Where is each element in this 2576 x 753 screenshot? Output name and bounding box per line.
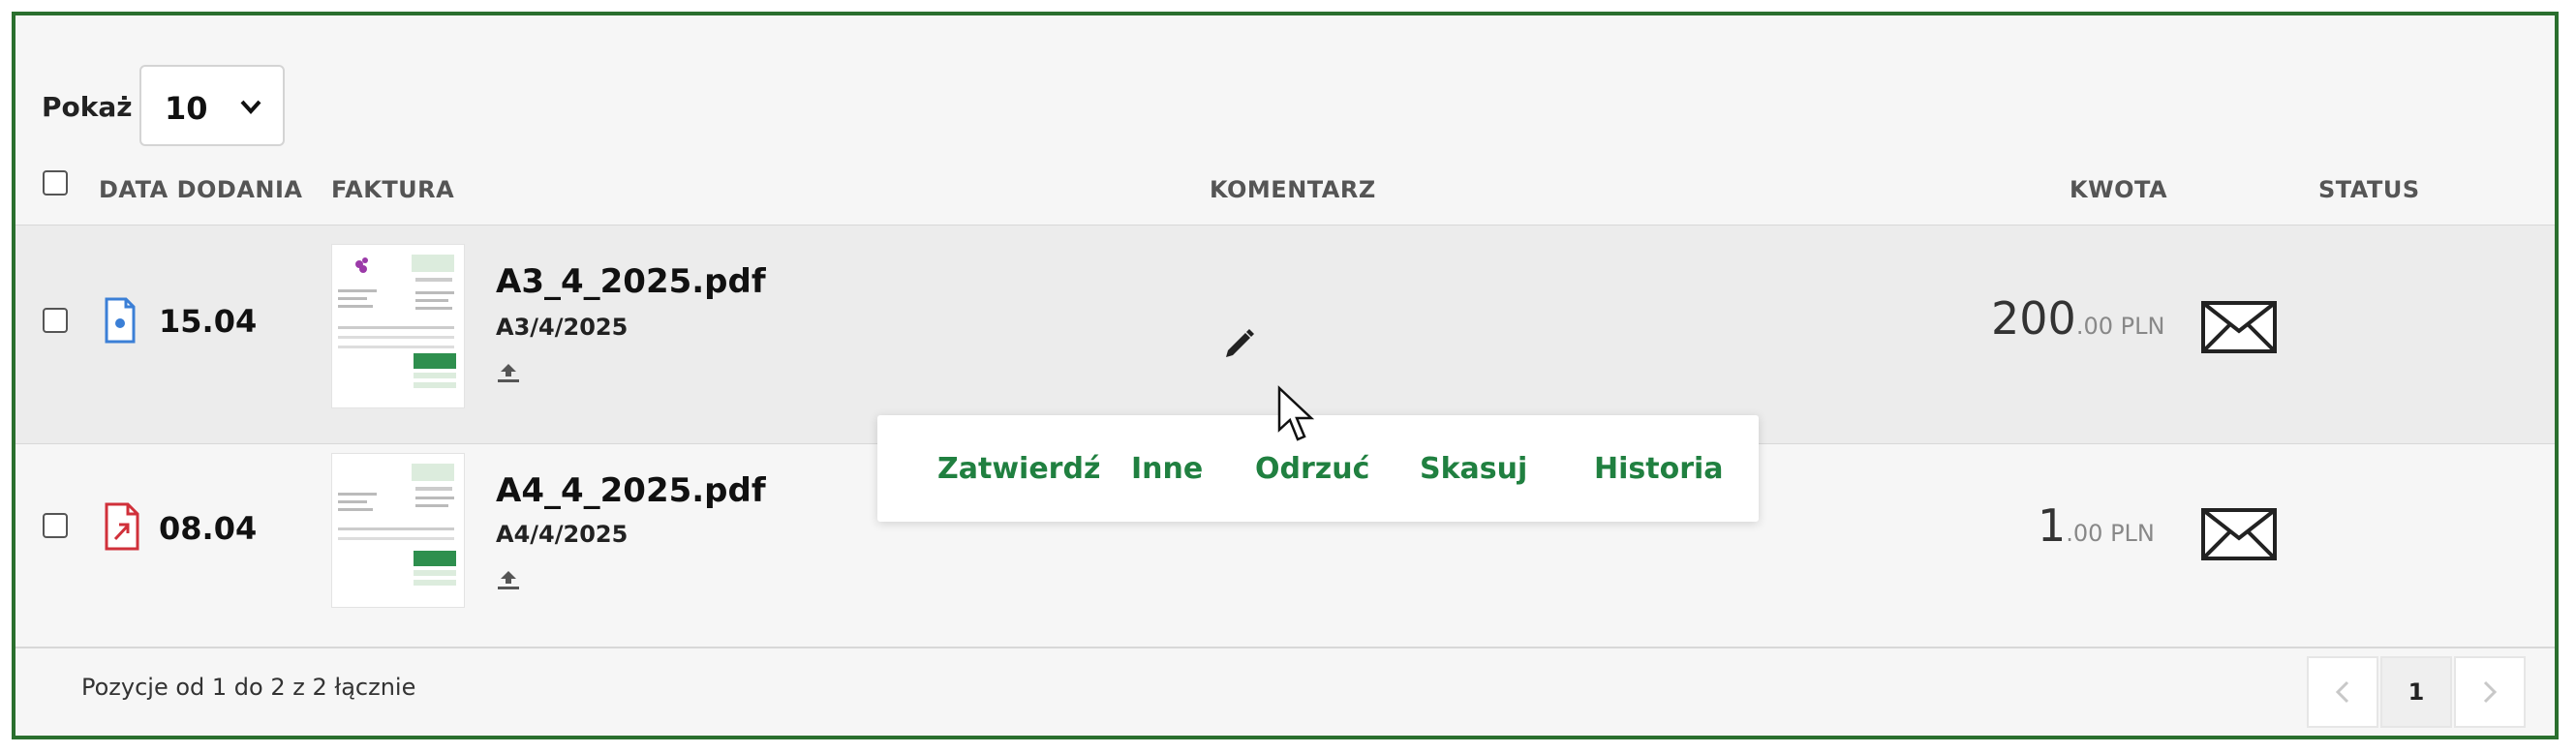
invoice-number: A4/4/2025 [496, 521, 629, 548]
envelope-icon[interactable] [2200, 507, 2278, 561]
header-comment: KOMENTARZ [1210, 176, 1376, 203]
amount-decimal: .00 PLN [2075, 313, 2165, 340]
upload-icon[interactable] [496, 569, 521, 590]
history-action[interactable]: Historia [1594, 452, 1724, 486]
document-icon [105, 297, 136, 344]
table-bottom-divider [15, 647, 2555, 648]
upload-icon[interactable] [496, 362, 521, 383]
invoice-thumbnail[interactable] [331, 453, 465, 608]
invoice-number: A3/4/2025 [496, 314, 629, 341]
current-page-button[interactable]: 1 [2380, 656, 2452, 728]
show-label: Pokaż [42, 91, 133, 123]
next-page-button[interactable] [2454, 656, 2526, 728]
edit-comment-pencil-icon[interactable] [1220, 325, 1257, 362]
chevron-left-icon [2335, 680, 2349, 704]
amount-integer: 200 [1991, 292, 2076, 345]
amount-decimal: .00 PLN [2066, 520, 2155, 547]
row-amount: 1.00 PLN [2038, 499, 2155, 552]
reject-action[interactable]: Odrzuć [1255, 452, 1369, 486]
row-date: 08.04 [159, 510, 258, 547]
header-status[interactable]: STATUS [2318, 176, 2420, 203]
chevron-down-icon [240, 100, 261, 114]
header-invoice[interactable]: FAKTURA [331, 176, 454, 203]
row-date: 15.04 [159, 303, 258, 340]
invoice-thumbnail[interactable] [331, 244, 465, 408]
envelope-icon[interactable] [2200, 300, 2278, 354]
row-checkbox[interactable] [43, 513, 68, 538]
pagination-summary: Pozycje od 1 do 2 z 2 łącznie [81, 674, 416, 701]
row-action-menu: Zatwierdź Inne Odrzuć Skasuj Historia [877, 415, 1759, 522]
other-action[interactable]: Inne [1131, 452, 1203, 486]
delete-action[interactable]: Skasuj [1420, 452, 1527, 486]
file-name[interactable]: A3_4_2025.pdf [496, 262, 766, 301]
select-all-checkbox[interactable] [43, 170, 68, 196]
row-amount: 200.00 PLN [1991, 292, 2164, 345]
chevron-right-icon [2483, 680, 2498, 704]
row-checkbox[interactable] [43, 308, 68, 333]
page-size-select[interactable]: 10 [139, 65, 285, 146]
page-size-value: 10 [165, 90, 208, 127]
header-amount[interactable]: KWOTA [2070, 176, 2167, 203]
previous-page-button[interactable] [2307, 656, 2378, 728]
mouse-cursor-icon [1277, 385, 1315, 441]
file-name[interactable]: A4_4_2025.pdf [496, 471, 766, 510]
document-link-icon [105, 502, 139, 551]
amount-integer: 1 [2038, 499, 2067, 552]
invoice-table-panel: Pokaż 10 DATA DODANIA FAKTURA KOMENTARZ … [12, 12, 2559, 739]
header-date[interactable]: DATA DODANIA [99, 176, 302, 203]
approve-action[interactable]: Zatwierdź [937, 452, 1100, 486]
